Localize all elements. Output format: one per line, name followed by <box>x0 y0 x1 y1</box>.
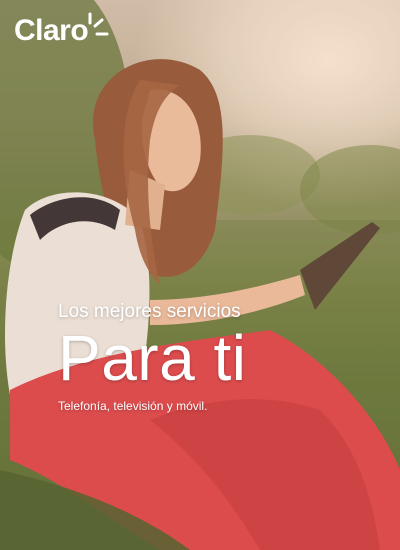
hero-photo <box>0 0 400 550</box>
light-overlay <box>0 0 400 550</box>
hero-copy: Los mejores servicios Para ti Telefonía,… <box>58 300 246 414</box>
sun-rays-icon <box>88 12 109 36</box>
hero-banner: Claro Los mejores servicios Para ti Tele… <box>0 0 400 550</box>
logo-wordmark: Claro <box>14 14 89 47</box>
claro-logo[interactable]: Claro <box>14 12 110 47</box>
hero-tagline: Telefonía, televisión y móvil. <box>58 399 208 413</box>
hero-subtitle: Los mejores servicios <box>58 301 241 322</box>
hero-headline: Para ti <box>58 322 247 394</box>
